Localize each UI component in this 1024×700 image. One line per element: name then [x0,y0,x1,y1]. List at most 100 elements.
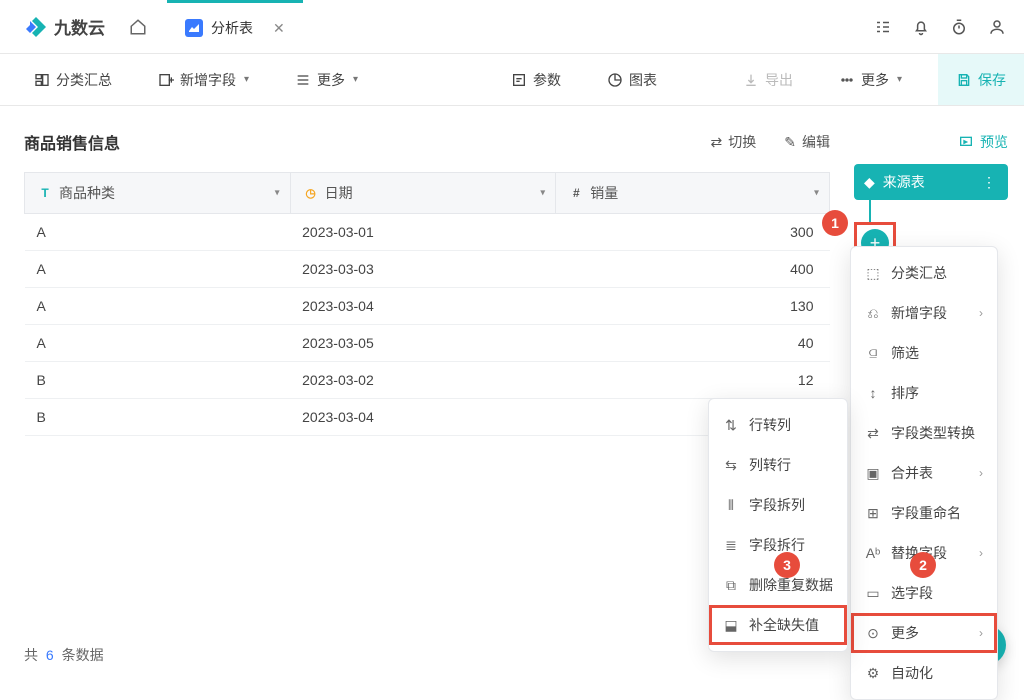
table-row: A2023-03-04130 [25,288,830,325]
logo-mark-icon [24,15,48,39]
chevron-down-icon[interactable]: ▾ [275,188,280,199]
bell-icon[interactable] [912,18,930,36]
toolbar: 分类汇总 新增字段 ▾ 更多 ▾ 参数 图表 导出 更多 ▾ 保存 [0,54,1024,106]
cell: 40 [556,325,830,362]
menu-item-label: 补全缺失值 [749,615,819,635]
chevron-right-icon: › [979,306,983,320]
preview-button[interactable]: 预览 [854,132,1008,152]
more-button[interactable]: 更多 ▾ [285,64,368,96]
home-icon[interactable] [129,18,147,36]
menu-item-label: 字段拆列 [749,495,805,515]
row-count-footer: 共 6 条数据 [24,645,104,665]
params-label: 参数 [533,70,561,90]
chevron-down-icon[interactable]: ▾ [814,188,819,199]
cell: 2023-03-02 [290,362,556,399]
menu-item[interactable]: ⊙更多› [851,613,997,653]
tab-analysis[interactable]: 分析表 ✕ [167,0,303,53]
edit-button[interactable]: ✎ 编辑 [784,132,830,152]
stopwatch-icon[interactable] [950,18,968,36]
edit-icon: ✎ [784,134,796,151]
save-icon [956,72,972,88]
export-label: 导出 [765,70,793,90]
more-submenu: ⇅行转列⇆列转行⦀字段拆列≣字段拆行⧉删除重复数据⬓补全缺失值 [708,398,848,652]
add-field-label: 新增字段 [180,70,236,90]
menu-item-icon: ▣ [865,465,881,482]
switch-label: 切换 [728,132,756,152]
chevron-down-icon[interactable]: ▾ [540,188,545,199]
topbar: 九数云 分析表 ✕ [0,0,1024,54]
column-label: 销量 [590,183,618,203]
menu-item-label: 字段拆行 [749,535,805,555]
menu-item-label: 筛选 [891,343,919,363]
menu-item-label: 新增字段 [891,303,947,323]
menu-item[interactable]: ▭选字段 [851,573,997,613]
cell: A [25,251,291,288]
source-icon: ◆ [864,174,875,191]
menu-item[interactable]: ⊞字段重命名 [851,493,997,533]
menu-item-icon: ⊙ [865,625,881,642]
chart-icon [607,72,623,88]
cell: A [25,325,291,362]
save-button[interactable]: 保存 [938,54,1024,105]
params-icon [511,72,527,88]
column-header[interactable]: #销量 ▾ [556,173,830,214]
menu-item-icon: ⬚ [865,265,881,282]
menu-item[interactable]: ⚙自动化 [851,653,997,693]
list-icon[interactable] [874,18,892,36]
more-icon [295,72,311,88]
connector-line [869,200,871,222]
cell: B [25,399,291,436]
submenu-item[interactable]: ⦀字段拆列 [709,485,847,525]
cell: 2023-03-04 [290,399,556,436]
column-label: 商品种类 [59,183,115,203]
table-row: A2023-03-03400 [25,251,830,288]
menu-item[interactable]: ↕排序 [851,373,997,413]
tab-strip: 分析表 ✕ [167,0,303,53]
more2-button[interactable]: 更多 ▾ [829,64,912,96]
logo: 九数云 [24,14,105,39]
export-button[interactable]: 导出 [733,64,803,96]
operations-menu: ⬚分类汇总⎌新增字段›⫑筛选↕排序⇄字段类型转换▣合并表›⊞字段重命名Aᵇ替换字… [850,246,998,700]
user-icon[interactable] [988,18,1006,36]
submenu-item[interactable]: ⇅行转列 [709,405,847,445]
menu-item-label: 自动化 [891,663,933,683]
menu-item-label: 合并表 [891,463,933,483]
menu-item-label: 分类汇总 [891,263,947,283]
brand-text: 九数云 [54,14,105,39]
menu-item[interactable]: ⫑ 筛选 [851,333,997,373]
submenu-item[interactable]: ⇆ 列转行 [709,445,847,485]
add-field-button[interactable]: 新增字段 ▾ [148,64,259,96]
cell: A [25,288,291,325]
menu-item-icon: ≣ [723,537,739,554]
menu-item-label: 选字段 [891,583,933,603]
column-header[interactable]: ◷日期 ▾ [290,173,556,214]
step-badge-1: 1 [822,210,848,236]
menu-item-label: 字段类型转换 [891,423,975,443]
menu-item-icon: ⇆ [723,457,739,474]
chevron-right-icon: › [979,466,983,480]
tab-label: 分析表 [211,18,253,38]
chart-button[interactable]: 图表 [597,64,667,96]
menu-item-label: 列转行 [749,455,791,475]
switch-button[interactable]: ⇄ 切换 [711,132,757,152]
menu-item[interactable]: ⇄ 字段类型转换 [851,413,997,453]
menu-item-icon: ⫑ [865,345,881,362]
submenu-item[interactable]: ⬓补全缺失值 [709,605,847,645]
edit-label: 编辑 [802,132,830,152]
menu-item[interactable]: ⬚ 分类汇总 [851,253,997,293]
footer-prefix: 共 [24,647,38,663]
menu-item[interactable]: ▣ 合并表 › [851,453,997,493]
source-tag[interactable]: ◆ 来源表 ⋮ [854,164,1008,200]
close-icon[interactable]: ✕ [273,20,285,37]
group-summary-button[interactable]: 分类汇总 [24,64,122,96]
chevron-down-icon: ▾ [897,74,902,85]
source-label: 来源表 [883,172,925,192]
column-header[interactable]: T商品种类 ▾ [25,173,291,214]
cell: 300 [556,214,830,251]
preview-icon [958,134,974,150]
more-dots-icon[interactable]: ⋮ [982,174,998,191]
switch-icon: ⇄ [711,134,723,151]
params-button[interactable]: 参数 [501,64,571,96]
menu-item[interactable]: ⎌新增字段› [851,293,997,333]
menu-item-icon: ⇄ [865,425,881,442]
